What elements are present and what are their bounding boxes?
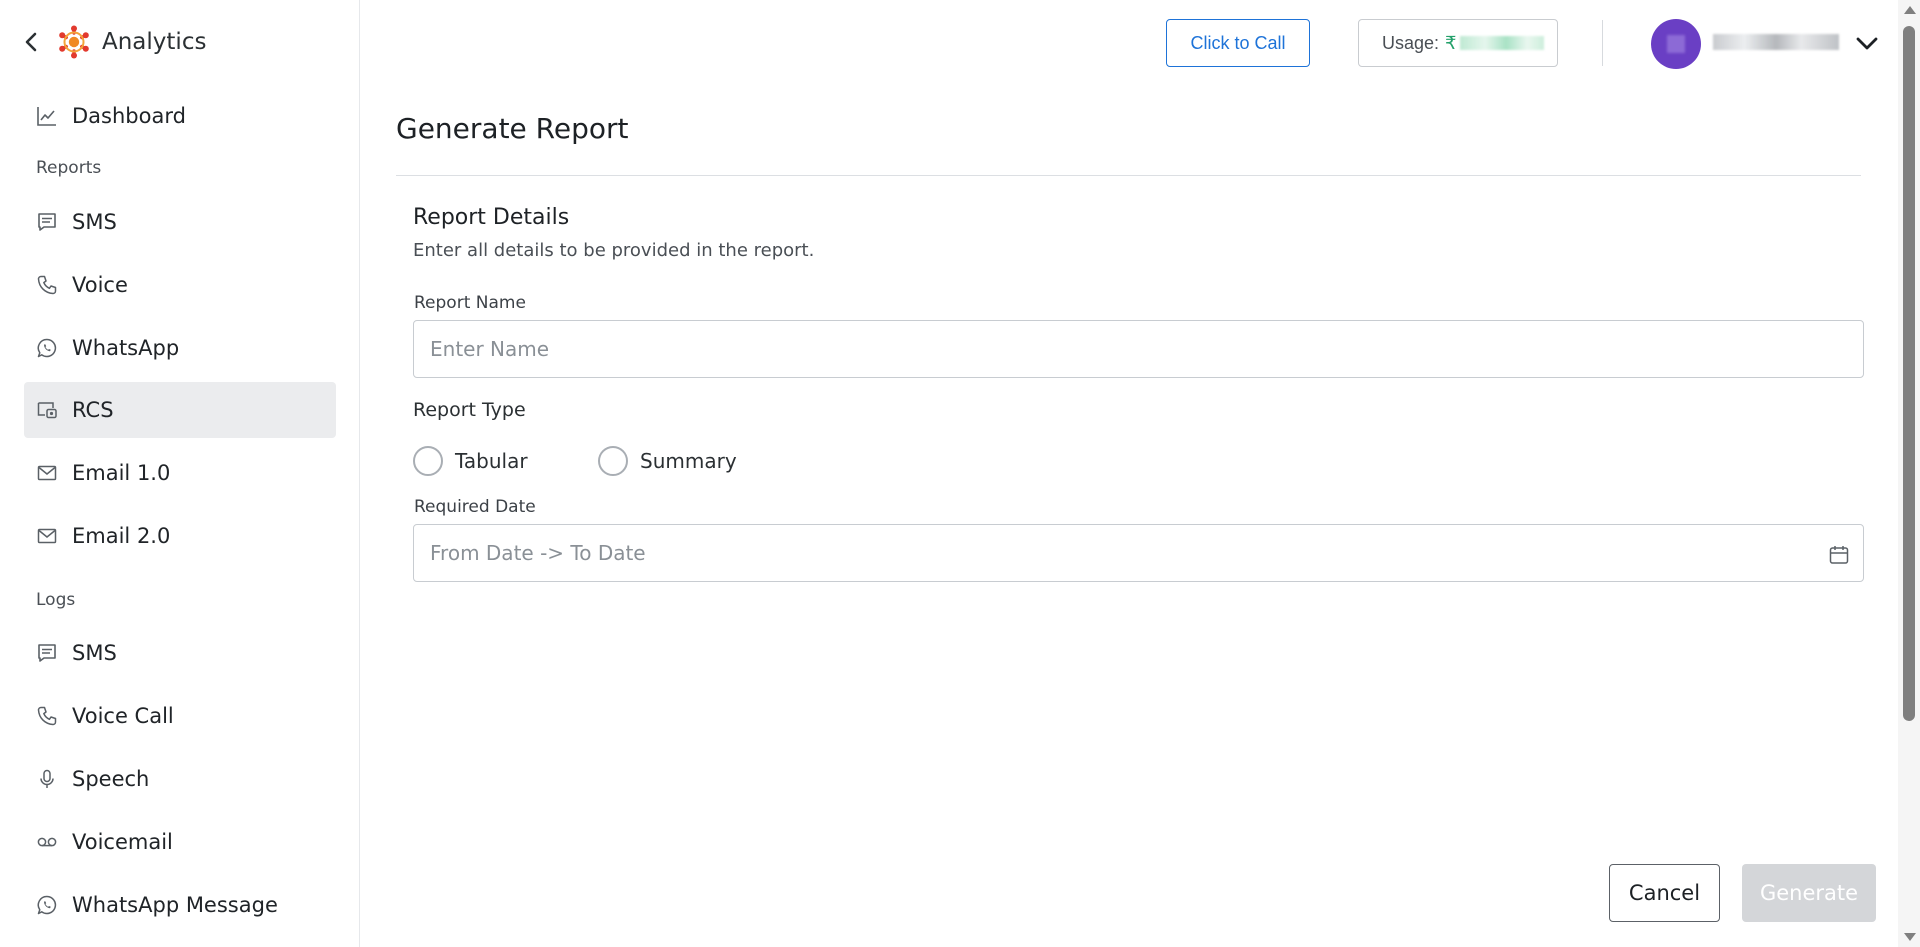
- usage-value: ₹: [1445, 32, 1544, 54]
- sidebar-item-label: RCS: [72, 398, 114, 422]
- mail-icon: [35, 524, 59, 548]
- title-divider: [396, 175, 1861, 176]
- date-range-input[interactable]: [413, 524, 1864, 582]
- sidebar-item-logs-sms[interactable]: SMS: [24, 625, 336, 681]
- sidebar-item-label: WhatsApp: [72, 336, 180, 360]
- header-divider: [1602, 20, 1603, 66]
- currency-symbol: ₹: [1445, 32, 1457, 53]
- required-date-label: Required Date: [414, 497, 536, 517]
- section-subtitle: Enter all details to be provided in the …: [413, 240, 815, 261]
- sidebar-item-logs-voicemail[interactable]: Voicemail: [24, 814, 336, 870]
- sidebar-item-label: SMS: [72, 210, 117, 234]
- app-title: Analytics: [102, 29, 207, 55]
- message-icon: [35, 641, 59, 665]
- sidebar-item-reports-email-1[interactable]: Email 1.0: [24, 445, 336, 501]
- back-arrow-icon[interactable]: [20, 31, 42, 53]
- radio-label: Tabular: [455, 449, 528, 473]
- sidebar-item-reports-whatsapp[interactable]: WhatsApp: [24, 320, 336, 376]
- user-name-redacted: [1713, 34, 1839, 52]
- line-chart-icon: [35, 104, 59, 128]
- report-name-input[interactable]: [413, 320, 1864, 378]
- click-to-call-button[interactable]: Click to Call: [1166, 19, 1310, 67]
- generate-button[interactable]: Generate: [1742, 864, 1876, 922]
- reports-heading: Reports: [36, 158, 102, 178]
- cancel-button[interactable]: Cancel: [1609, 864, 1720, 922]
- sidebar-item-reports-email-2[interactable]: Email 2.0: [24, 508, 336, 564]
- sidebar-item-label: Voice: [72, 273, 128, 297]
- phone-icon: [35, 704, 59, 728]
- microphone-icon: [35, 767, 59, 791]
- sidebar-item-logs-speech[interactable]: Speech: [24, 751, 336, 807]
- usage-display: Usage: ₹: [1358, 19, 1558, 67]
- chevron-down-icon[interactable]: [1853, 30, 1881, 58]
- scrollbar[interactable]: [1898, 0, 1920, 947]
- sidebar-item-reports-voice[interactable]: Voice: [24, 257, 336, 313]
- radio-button[interactable]: [413, 446, 443, 476]
- rcs-icon: [35, 398, 59, 422]
- report-type-label: Report Type: [413, 399, 526, 421]
- report-name-label: Report Name: [414, 293, 526, 313]
- sidebar-item-label: Voicemail: [72, 830, 173, 854]
- page-title: Generate Report: [396, 112, 629, 145]
- sidebar: Analytics Dashboard Reports SMS Voice Wh…: [0, 0, 360, 947]
- message-icon: [35, 210, 59, 234]
- sidebar-item-dashboard[interactable]: Dashboard: [24, 88, 336, 144]
- mail-icon: [35, 461, 59, 485]
- sidebar-item-logs-voice-call[interactable]: Voice Call: [24, 688, 336, 744]
- sidebar-item-label: SMS: [72, 641, 117, 665]
- logs-heading: Logs: [36, 590, 76, 610]
- phone-icon: [35, 273, 59, 297]
- avatar-initials-redacted: [1667, 35, 1685, 53]
- sidebar-item-label: Dashboard: [72, 104, 186, 128]
- radio-label: Summary: [640, 449, 737, 473]
- scroll-down-arrow-icon[interactable]: [1904, 933, 1916, 941]
- sidebar-item-label: WhatsApp Message: [72, 893, 278, 917]
- sidebar-item-reports-sms[interactable]: SMS: [24, 194, 336, 250]
- sidebar-item-label: Speech: [72, 767, 150, 791]
- avatar[interactable]: [1651, 19, 1701, 69]
- sidebar-item-label: Email 2.0: [72, 524, 171, 548]
- sidebar-item-reports-rcs[interactable]: RCS: [24, 382, 336, 438]
- whatsapp-icon: [35, 893, 59, 917]
- logo-icon: [56, 24, 92, 60]
- whatsapp-icon: [35, 336, 59, 360]
- scroll-up-arrow-icon[interactable]: [1904, 6, 1916, 14]
- radio-option-summary[interactable]: Summary: [598, 446, 737, 476]
- radio-option-tabular[interactable]: Tabular: [413, 446, 528, 476]
- sidebar-item-label: Email 1.0: [72, 461, 171, 485]
- sidebar-item-logs-whatsapp-message[interactable]: WhatsApp Message: [24, 877, 336, 933]
- scroll-thumb[interactable]: [1903, 26, 1915, 721]
- radio-button[interactable]: [598, 446, 628, 476]
- brand: Analytics: [20, 22, 206, 62]
- calendar-icon[interactable]: [1827, 543, 1851, 567]
- usage-amount-redacted: [1459, 36, 1544, 50]
- voicemail-icon: [35, 830, 59, 854]
- usage-label: Usage:: [1382, 32, 1440, 53]
- section-title: Report Details: [413, 205, 570, 230]
- sidebar-item-label: Voice Call: [72, 704, 174, 728]
